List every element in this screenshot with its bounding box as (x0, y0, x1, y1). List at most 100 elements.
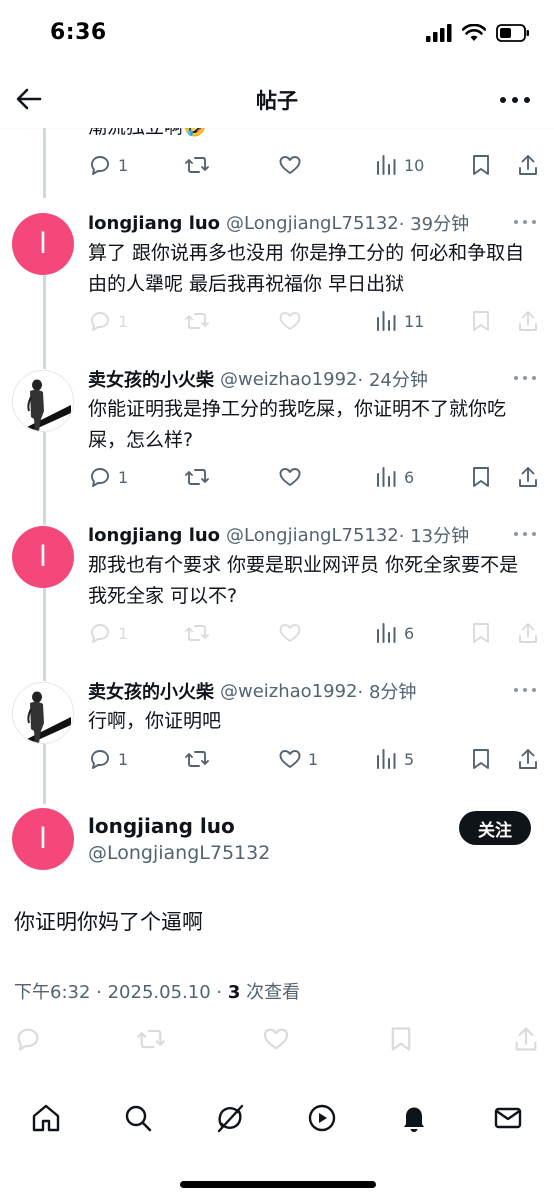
like-icon (279, 624, 301, 642)
bookmark-button[interactable] (388, 1024, 414, 1054)
reply-button[interactable]: 1 (88, 618, 128, 648)
bookmark-button[interactable] (470, 150, 492, 180)
nav-messages[interactable] (490, 1100, 526, 1136)
like-button[interactable] (278, 150, 302, 180)
author-handle[interactable]: @weizhao1992 (220, 369, 358, 390)
share-icon (519, 311, 537, 331)
nav-home[interactable] (28, 1100, 64, 1136)
more-icon (514, 688, 518, 692)
retweet-button[interactable] (184, 150, 210, 180)
follow-button[interactable]: 关注 (459, 811, 531, 845)
views-button[interactable]: 10 (374, 150, 424, 180)
retweet-icon (185, 313, 209, 329)
avatar-photo-icon (13, 683, 73, 743)
author-name[interactable]: 卖女孩的小火柴 (88, 678, 214, 704)
bookmark-button[interactable] (470, 306, 492, 336)
nav-notifications[interactable] (396, 1100, 432, 1136)
views-count: 6 (404, 623, 415, 643)
reply-icon (91, 468, 109, 487)
tweet-time: · 39分钟 (398, 214, 470, 235)
like-button[interactable] (278, 306, 302, 336)
share-button[interactable] (516, 462, 540, 492)
retweet-button[interactable] (184, 744, 210, 774)
avatar-letter: l (39, 227, 47, 260)
status-bar: 6:36 (0, 0, 554, 70)
partial-tweet-actions: 1 10 (88, 150, 540, 180)
share-button[interactable] (516, 306, 540, 336)
more-icon-dot (523, 688, 527, 692)
author-handle[interactable]: @LongjiangL75132 (226, 525, 399, 546)
nav-grok[interactable] (212, 1100, 248, 1136)
main-author-handle[interactable]: @LongjiangL75132 (88, 842, 270, 864)
tweet-text: 行啊，你证明吧 (88, 710, 222, 732)
like-button[interactable] (278, 462, 302, 492)
share-button[interactable] (512, 1024, 540, 1054)
like-button[interactable] (278, 618, 302, 648)
avatar[interactable]: l (12, 526, 74, 588)
view-count[interactable]: 3 (228, 982, 241, 1003)
author-handle[interactable]: @weizhao1992 (220, 681, 358, 702)
tweet-more-button[interactable] (514, 688, 536, 694)
reply-button[interactable]: 1 (88, 150, 128, 180)
reply-tweet[interactable]: l longjiang luo @LongjiangL75132 · 13分钟 … (0, 522, 554, 652)
share-icon (519, 623, 537, 643)
avatar[interactable] (12, 682, 74, 744)
main-avatar[interactable]: l (12, 808, 74, 870)
views-button[interactable]: 6 (374, 462, 414, 492)
main-author-name[interactable]: longjiang luo (88, 814, 235, 838)
tweet-time: · 8分钟 (357, 682, 417, 703)
messages-icon (494, 1107, 522, 1129)
author-name[interactable]: longjiang luo (88, 213, 220, 234)
tweet-more-button[interactable] (514, 532, 536, 538)
retweet-button[interactable] (184, 618, 210, 648)
retweet-button[interactable] (136, 1024, 166, 1054)
thread-line (43, 128, 46, 198)
bookmark-icon (391, 1027, 411, 1051)
views-button[interactable]: 5 (374, 744, 414, 774)
retweet-icon (185, 625, 209, 641)
author-name[interactable]: 卖女孩的小火柴 (88, 366, 214, 392)
search-icon (125, 1105, 152, 1132)
avatar[interactable]: l (12, 213, 74, 275)
like-button[interactable]: 1 (278, 744, 318, 774)
share-button[interactable] (516, 744, 540, 774)
reply-button[interactable]: 1 (88, 462, 128, 492)
avatar[interactable] (12, 370, 74, 432)
share-icon (515, 1027, 537, 1051)
like-button[interactable] (262, 1024, 290, 1054)
reply-button[interactable] (14, 1024, 42, 1054)
reply-tweet[interactable]: 卖女孩的小火柴 @weizhao1992 · 8分钟 行啊，你证明吧 1 1 5 (0, 678, 554, 778)
share-button[interactable] (516, 618, 540, 648)
more-icon (514, 532, 518, 536)
reply-button[interactable]: 1 (88, 744, 128, 774)
like-count: 1 (308, 749, 319, 769)
retweet-button[interactable] (184, 306, 210, 336)
home-indicator[interactable] (180, 1181, 376, 1188)
like-icon (279, 468, 301, 486)
reply-icon (91, 312, 109, 331)
views-button[interactable]: 11 (374, 306, 424, 336)
bookmark-button[interactable] (470, 744, 492, 774)
reply-icon (91, 750, 109, 769)
tweet-more-button[interactable] (514, 376, 536, 382)
bookmark-icon (473, 749, 489, 769)
tweet-actions: 1 1 5 (88, 744, 540, 774)
retweet-button[interactable] (184, 462, 210, 492)
nav-search[interactable] (120, 1100, 156, 1136)
share-icon (519, 155, 537, 175)
views-count: 10 (404, 155, 425, 175)
more-icon-dot (532, 376, 536, 380)
reply-button[interactable]: 1 (88, 306, 128, 336)
views-button[interactable]: 6 (374, 618, 414, 648)
tweet-more-button[interactable] (514, 220, 536, 226)
share-icon (519, 467, 537, 487)
share-button[interactable] (516, 150, 540, 180)
bookmark-button[interactable] (470, 618, 492, 648)
author-handle[interactable]: @LongjiangL75132 (226, 213, 399, 234)
bookmark-button[interactable] (470, 462, 492, 492)
nav-video[interactable] (304, 1100, 340, 1136)
reply-tweet[interactable]: l longjiang luo @LongjiangL75132 · 39分钟 … (0, 210, 554, 340)
reply-tweet[interactable]: 卖女孩的小火柴 @weizhao1992 · 24分钟 你能证明我是挣工分的我吃… (0, 366, 554, 496)
more-options-button[interactable] (500, 90, 530, 110)
author-name[interactable]: longjiang luo (88, 525, 220, 546)
